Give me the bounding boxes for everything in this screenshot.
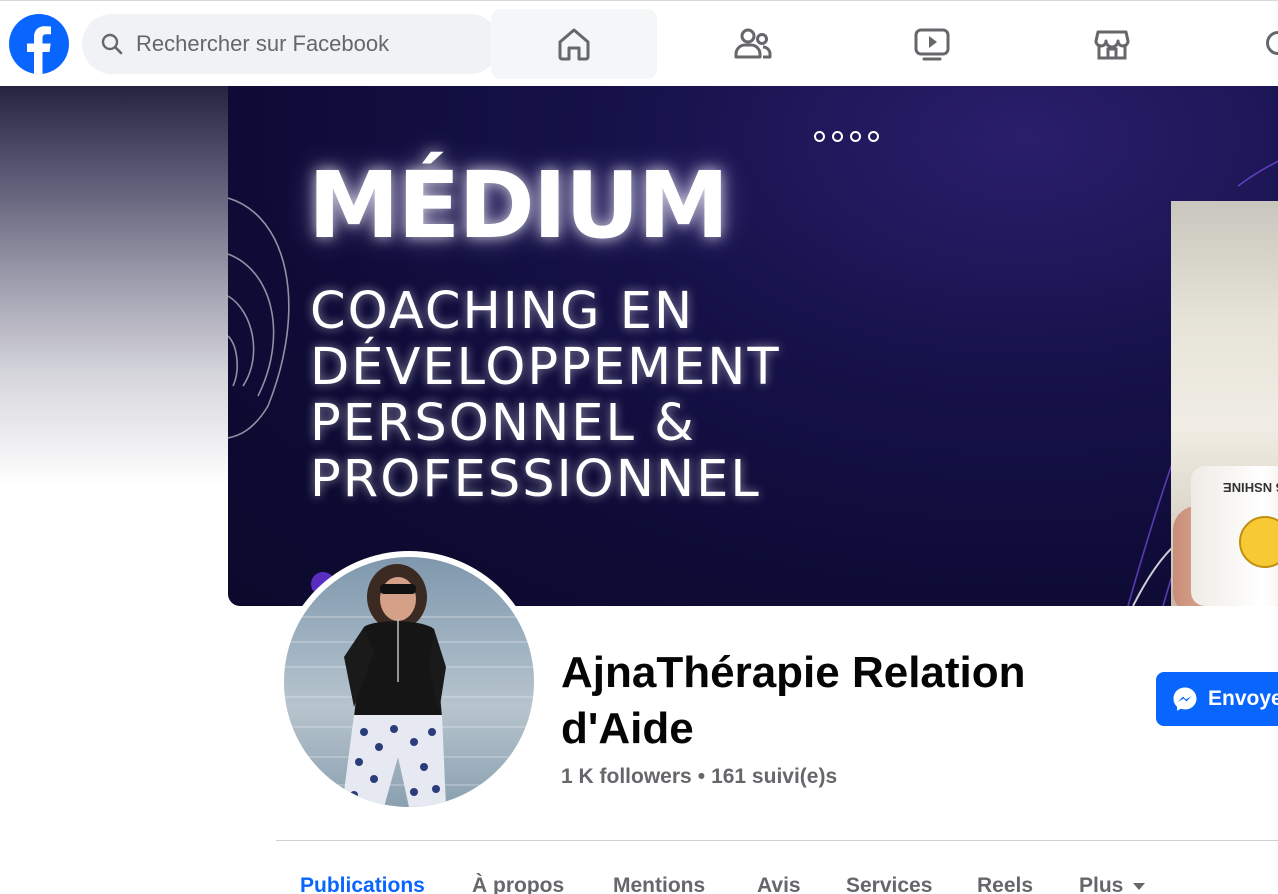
page-tabs: Publications À propos Mentions Avis Serv…: [276, 862, 1276, 894]
avatar[interactable]: [284, 557, 534, 807]
stats-separator: •: [697, 765, 706, 788]
cover-title: MÉDIUM: [308, 152, 729, 259]
nav-tab-marketplace[interactable]: [1029, 9, 1195, 79]
send-message-label: Envoyer: [1208, 687, 1278, 710]
tab-publications[interactable]: Publications: [300, 874, 425, 894]
mug-character-icon: [1239, 516, 1278, 568]
search-icon: [98, 30, 126, 58]
tab-mentions[interactable]: Mentions: [613, 874, 705, 894]
caret-down-icon: [1133, 882, 1146, 890]
tab-more[interactable]: Plus: [1079, 874, 1146, 894]
tab-more-label: Plus: [1079, 874, 1124, 894]
nav-tab-video[interactable]: [849, 9, 1015, 79]
nav-tab-friends[interactable]: [670, 9, 836, 79]
gaming-icon[interactable]: [1266, 31, 1278, 55]
page-title: AjnaThérapie Relation d'Aide: [561, 648, 1026, 753]
nav-tab-home[interactable]: [491, 9, 657, 79]
cover-dots-decoration: [814, 131, 879, 142]
tab-services[interactable]: Services: [846, 874, 932, 894]
tabs-divider: [276, 840, 1278, 841]
home-icon: [558, 28, 590, 61]
cover-line: PROFESSIONNEL: [310, 450, 761, 509]
cover-line: PERSONNEL &: [310, 394, 696, 453]
followers-count[interactable]: 1 K followers: [561, 765, 692, 788]
tab-reviews[interactable]: Avis: [757, 874, 801, 894]
following-count[interactable]: 161 suivi(e)s: [711, 765, 837, 788]
mug-text: TITE MISS NSHINE: [1223, 480, 1278, 495]
cover-line: COACHING EN: [310, 282, 695, 341]
marketplace-icon: [1094, 30, 1130, 60]
messenger-icon: [1173, 687, 1197, 711]
mug-image: TITE MISS NSHINE: [1191, 466, 1278, 606]
top-navigation-bar: [0, 0, 1278, 86]
follower-stats: 1 K followers • 161 suivi(e)s: [561, 765, 837, 789]
facebook-logo-icon[interactable]: [9, 14, 69, 74]
cover-line: DÉVELOPPEMENT: [310, 338, 781, 397]
search-input[interactable]: [136, 31, 476, 57]
tab-reels[interactable]: Reels: [977, 874, 1033, 894]
friends-icon: [734, 28, 772, 59]
video-icon: [914, 28, 950, 61]
cover-photo[interactable]: MÉDIUM COACHING EN DÉVELOPPEMENT PERSONN…: [228, 86, 1278, 606]
cover-blur-background: [0, 86, 228, 486]
cover-subtitle: COACHING EN DÉVELOPPEMENT PERSONNEL & PR…: [310, 284, 1030, 508]
profile-photo: [284, 564, 534, 807]
send-message-button[interactable]: Envoyer: [1156, 672, 1278, 726]
tab-about[interactable]: À propos: [472, 874, 564, 894]
search-bar[interactable]: [82, 14, 500, 74]
